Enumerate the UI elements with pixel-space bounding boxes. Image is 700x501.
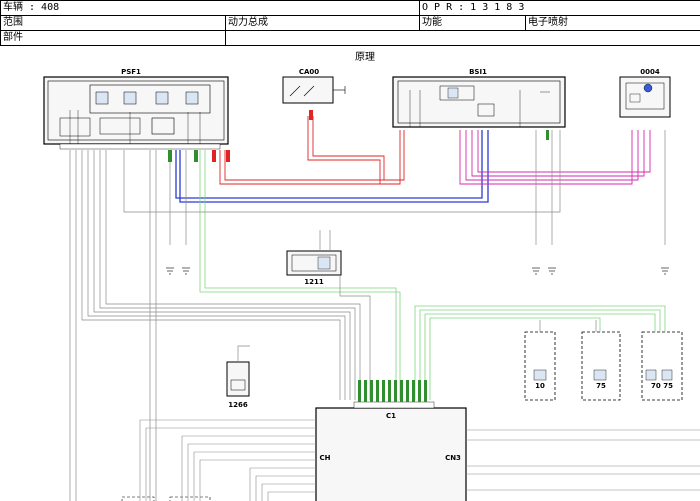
option-box-2: 75 bbox=[581, 331, 621, 401]
ca00-label: CA00 bbox=[299, 68, 319, 76]
c1266-label: 1266 bbox=[228, 401, 248, 409]
ecu-label: C1 bbox=[386, 412, 396, 420]
ecu-left-label: CH bbox=[320, 454, 331, 462]
ecu-c1-component: C1 CH CN3 bbox=[315, 401, 467, 501]
bsi1-label: BSI1 bbox=[469, 68, 487, 76]
option-box-3: 70 75 bbox=[641, 331, 683, 401]
c1211-label: 1211 bbox=[304, 278, 324, 286]
bottom-box-2 bbox=[169, 496, 211, 501]
ecu-left-harness bbox=[139, 419, 316, 501]
bsi1-component: BSI1 bbox=[392, 68, 566, 128]
c1266-component: 1266 bbox=[226, 361, 250, 409]
ecu-pin-labels bbox=[358, 380, 427, 402]
ground-symbols bbox=[166, 267, 669, 275]
c0004-label: 0004 bbox=[640, 68, 660, 76]
bottom-box-1 bbox=[121, 496, 155, 501]
option-box-1: 10 bbox=[524, 331, 556, 401]
ecu-right-harness bbox=[466, 429, 700, 491]
green-wires bbox=[199, 150, 666, 400]
box1-label: 10 bbox=[535, 382, 545, 390]
red-wires bbox=[219, 116, 405, 185]
box2-label: 75 bbox=[596, 382, 606, 390]
psf1-component: PSF1 bbox=[43, 68, 229, 150]
wiring-diagram: PSF1 CA00 BSI1 0004 1211 1266 10 75 70 7… bbox=[43, 68, 700, 501]
ecu-right-label: CN3 bbox=[445, 454, 461, 462]
ca00-component: CA00 bbox=[282, 68, 346, 104]
c1211-component: 1211 bbox=[286, 250, 342, 286]
c0004-component: 0004 bbox=[619, 68, 671, 118]
psf1-label: PSF1 bbox=[121, 68, 141, 76]
box3-label: 70 75 bbox=[651, 382, 673, 390]
